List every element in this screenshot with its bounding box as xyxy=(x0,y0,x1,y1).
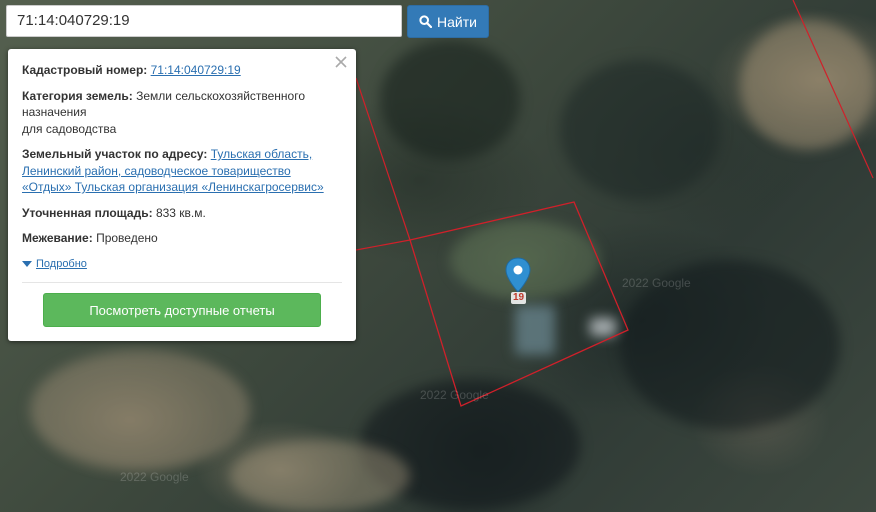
area-value: 833 кв.м. xyxy=(155,205,206,220)
search-button-label: Найти xyxy=(437,13,477,30)
cadastral-number-label: Кадастровый номер: xyxy=(22,63,148,77)
address-link[interactable]: Тульская область, xyxy=(211,147,312,161)
survey-label: Межевание: xyxy=(22,231,93,245)
search-icon xyxy=(419,15,433,28)
close-icon[interactable] xyxy=(334,55,348,69)
map-watermark: 2022 Google xyxy=(622,276,691,290)
divider xyxy=(22,282,342,283)
view-reports-button[interactable]: Посмотреть доступные отчеты xyxy=(43,293,321,327)
map-watermark: 2022 Google xyxy=(120,470,189,484)
neighbor-parcel-boundary xyxy=(355,239,411,251)
survey-row: Межевание: Проведено xyxy=(22,230,342,247)
search-input[interactable]: 71:14:040729:19 xyxy=(6,5,402,37)
parcel-info-popup: Кадастровый номер: 71:14:040729:19 Катег… xyxy=(8,49,356,341)
neighbor-parcel-boundary xyxy=(792,0,874,179)
cadastral-number-row: Кадастровый номер: 71:14:040729:19 xyxy=(22,62,342,79)
address-label: Земельный участок по адресу: xyxy=(22,147,208,161)
map-watermark: 2022 Google xyxy=(420,388,489,402)
location-pin-icon[interactable] xyxy=(505,257,531,293)
land-category-row: Категория земель: Земли сельскохозяйстве… xyxy=(22,88,342,138)
caret-down-icon xyxy=(22,260,32,267)
land-category-value: назначения xyxy=(22,105,87,119)
search-button[interactable]: Найти xyxy=(407,5,489,38)
land-category-value: Земли сельскохозяйственного xyxy=(136,88,306,103)
address-link[interactable]: «Отдых» Тульская организация «Ленинскагр… xyxy=(22,180,324,194)
address-link[interactable]: Ленинский район, садоводческое товарищес… xyxy=(22,164,291,178)
cadastral-number-link[interactable]: 71:14:040729:19 xyxy=(151,63,241,77)
marker-label: 19 xyxy=(511,292,527,304)
area-row: Уточненная площадь: 833 кв.м. xyxy=(22,205,342,222)
survey-value: Проведено xyxy=(96,231,158,245)
area-label: Уточненная площадь: xyxy=(22,205,153,220)
details-toggle-label: Подробно xyxy=(36,257,87,270)
land-use-value: для садоводства xyxy=(22,121,117,136)
address-row: Земельный участок по адресу: Тульская об… xyxy=(22,146,342,196)
land-category-label: Категория земель: xyxy=(22,88,133,103)
selected-parcel-boundary[interactable] xyxy=(409,201,629,407)
neighbor-parcel-boundary xyxy=(355,77,411,241)
details-toggle[interactable]: Подробно xyxy=(22,256,342,273)
